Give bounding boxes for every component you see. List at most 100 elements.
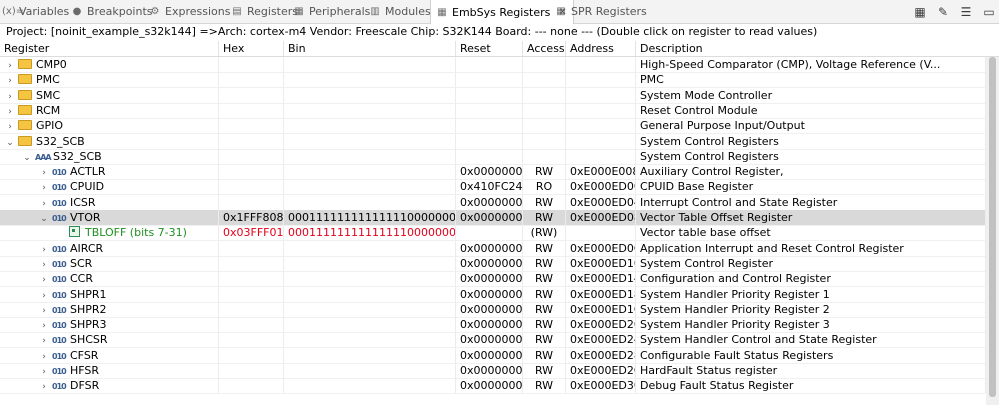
cell-address: 0xE000ED14 <box>566 271 636 287</box>
tab-registers[interactable]: ▤ Registers <box>230 0 298 23</box>
cell-reset: 0x00000000 <box>456 301 523 317</box>
cell-access <box>523 133 566 149</box>
column-header-register[interactable]: Register <box>0 41 219 56</box>
register-icon: 010 <box>52 259 67 269</box>
table-row[interactable]: › 010 SCR 0x00000000 RW 0xE000ED10 System Cont… <box>0 255 986 272</box>
scrollbar-thumb[interactable] <box>989 57 996 397</box>
cell-reset: 0x00000000 <box>456 255 523 271</box>
register-name: CMP0 <box>36 58 67 71</box>
table-row[interactable]: › GPIO General Purpose Input/Output <box>0 118 986 135</box>
vertical-scrollbar[interactable] <box>986 57 999 405</box>
chevron-right-icon[interactable]: › <box>38 304 50 317</box>
cell-address: 0xE000ED1C <box>566 301 636 317</box>
table-row[interactable]: › 010 SHPR3 0x00000000 RW 0xE000ED20 System Ha… <box>0 317 986 334</box>
chevron-right-icon[interactable]: › <box>38 289 50 302</box>
cell-access: (RW) <box>523 225 566 241</box>
table-icon[interactable]: ▦ <box>910 3 930 21</box>
tab-modules[interactable]: ▥ Modules <box>368 0 430 23</box>
register-icon: 010 <box>52 367 67 376</box>
column-header-address[interactable]: Address <box>566 41 636 56</box>
project-info-line: Project: [noinit_example_s32k144] =>Arch… <box>6 25 818 38</box>
register-name: RCM <box>36 103 61 117</box>
chevron-down-icon[interactable]: ⌄ <box>38 212 50 225</box>
chevron-right-icon[interactable]: › <box>4 90 16 103</box>
table-row[interactable]: › PMC PMC <box>0 72 986 89</box>
table-row[interactable]: › 010 AIRCR 0x00000000 RW 0xE000ED0C Applicati… <box>0 240 986 257</box>
table-row[interactable]: › 010 SHPR2 0x00000000 RW 0xE000ED1C System Ha… <box>0 301 986 318</box>
cell-address: 0xE000ED24 <box>566 332 636 348</box>
menu-doc-icon[interactable]: ☰ <box>956 3 976 21</box>
table-row[interactable]: › RCM Reset Control Module <box>0 102 986 119</box>
table-row[interactable]: › 010 ACTLR 0x00000000 RW 0xE000E008 Auxiliary… <box>0 164 986 181</box>
cell-reset <box>456 118 523 134</box>
table-row[interactable]: ⌄ AAA S32_SCB System Control Registers <box>0 148 986 165</box>
chevron-right-icon[interactable]: › <box>38 197 50 210</box>
cell-desc: Configurable Fault Status Registers <box>636 347 986 363</box>
register-name: HFSR <box>70 364 100 377</box>
column-header-reset[interactable]: Reset <box>456 41 523 56</box>
cell-address: 0xE000ED30 <box>566 378 636 394</box>
table-row[interactable]: › CMP0 High-Speed Comparator (CMP), Voltag… <box>0 57 986 73</box>
cell-bin <box>284 271 456 287</box>
column-header-description[interactable]: Description <box>636 41 986 56</box>
tab-embsys-registers[interactable]: ▦ EmbSys Registers ✕ <box>430 0 574 24</box>
column-header-bin[interactable]: Bin <box>284 41 456 56</box>
cell-desc: System Handler Control and State Registe… <box>636 332 986 348</box>
cell-access: RW <box>523 286 566 302</box>
chevron-right-icon[interactable]: › <box>38 365 50 378</box>
cell-access: RW <box>523 210 566 225</box>
cell-hex <box>219 57 284 72</box>
column-header-access[interactable]: Access <box>523 41 566 56</box>
tab-breakpoints[interactable]: ● Breakpoints <box>70 0 153 23</box>
cell-bin <box>284 378 456 394</box>
table-row[interactable]: TBLOFF (bits 7-31) 0x03FFF01 0001111111111… <box>0 225 986 242</box>
table-row[interactable]: › 010 CPUID 0x410FC240 RO 0xE000ED00 CPUID Bas… <box>0 179 986 196</box>
cell-access: RW <box>523 164 566 180</box>
cell-bin <box>284 317 456 333</box>
table-row[interactable]: › 010 SHCSR 0x00000000 RW 0xE000ED24 System Ha… <box>0 332 986 349</box>
table-row[interactable]: › 010 HFSR 0x00000000 RW 0xE000ED2C HardFault … <box>0 363 986 379</box>
chevron-right-icon[interactable]: › <box>38 166 50 179</box>
chevron-right-icon[interactable]: › <box>38 181 50 194</box>
cell-name: ⌄ AAA S32_SCB <box>0 148 219 164</box>
chevron-right-icon[interactable]: › <box>4 74 16 87</box>
tab-variables[interactable]: (x)= Variables <box>2 0 69 23</box>
table-row[interactable]: › 010 DFSR 0x00000000 RW 0xE000ED30 Debug Faul… <box>0 378 986 395</box>
chevron-right-icon[interactable]: › <box>38 258 50 271</box>
table-row[interactable]: ⌄ S32_SCB System Control Registers <box>0 133 986 150</box>
chevron-right-icon[interactable]: › <box>38 380 50 393</box>
chevron-right-icon[interactable]: › <box>38 319 50 332</box>
pin-icon[interactable]: ✎ <box>933 3 953 21</box>
cell-access: RW <box>523 194 566 210</box>
chevron-right-icon[interactable]: › <box>4 105 16 118</box>
chevron-right-icon[interactable]: › <box>4 59 16 72</box>
table-row[interactable]: › 010 CCR 0x00000000 RW 0xE000ED14 Configurati… <box>0 271 986 288</box>
cell-desc: System Control Registers <box>636 133 986 149</box>
folder-icon <box>18 120 32 131</box>
tab-expressions[interactable]: ⚙ Expressions <box>148 0 231 23</box>
chevron-down-icon[interactable]: ⌄ <box>4 136 16 149</box>
cell-bin <box>284 240 456 256</box>
minimize-icon[interactable]: ▭ <box>979 3 999 21</box>
table-row[interactable]: ⌄ 010 VTOR 0x1FFF8080 0001111111111111100000… <box>0 210 986 226</box>
table-row[interactable]: › 010 ICSR 0x00000000 RW 0xE000ED04 Interrupt … <box>0 194 986 211</box>
cell-bin <box>284 72 456 88</box>
cell-desc: Configuration and Control Register <box>636 271 986 287</box>
table-row[interactable]: › 010 CFSR 0x00000000 RW 0xE000ED28 Configurab… <box>0 347 986 364</box>
chevron-right-icon[interactable]: › <box>4 120 16 133</box>
register-name: S32_SCB <box>53 149 102 163</box>
cell-desc: Debug Fault Status Register <box>636 378 986 394</box>
tab-peripherals[interactable]: ▦ Peripherals <box>292 0 370 23</box>
cell-bin <box>284 87 456 103</box>
chevron-down-icon[interactable]: ⌄ <box>21 151 33 164</box>
chevron-right-icon[interactable]: › <box>38 350 50 363</box>
cell-address: 0xE000ED04 <box>566 194 636 210</box>
chevron-right-icon[interactable]: › <box>38 334 50 347</box>
chevron-right-icon[interactable]: › <box>38 273 50 286</box>
column-header-hex[interactable]: Hex <box>219 41 284 56</box>
table-row[interactable]: › 010 SHPR1 0x00000000 RW 0xE000ED18 System Ha… <box>0 286 986 303</box>
table-row[interactable]: › SMC System Mode Controller <box>0 87 986 104</box>
chevron-right-icon[interactable]: › <box>38 243 50 256</box>
tab-spr-registers[interactable]: ▦ SPR Registers <box>554 0 647 23</box>
cell-desc: Application Interrupt and Reset Control … <box>636 240 986 256</box>
